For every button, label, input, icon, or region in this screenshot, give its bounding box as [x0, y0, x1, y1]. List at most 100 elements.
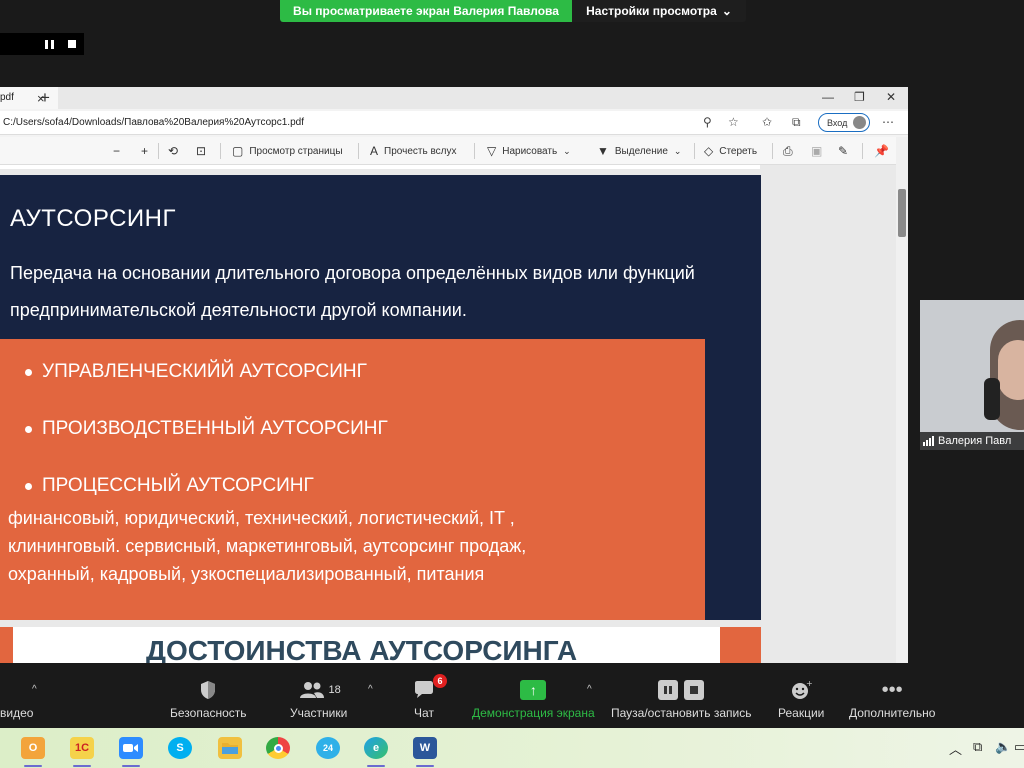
highlight-button[interactable]: ▼ Выделение ⌄: [597, 144, 681, 158]
print-icon[interactable]: ⎙: [783, 144, 793, 159]
zoom-out-icon[interactable]: ⚲: [703, 115, 712, 129]
outsourcing-types-list: финансовый, юридический, технический, ло…: [8, 504, 698, 588]
participants-options-caret-icon[interactable]: ^: [368, 684, 373, 695]
screen-share-banner: Вы просматриваете экран Валерия Павлова …: [280, 0, 746, 22]
bullet-text: ПРОИЗВОДСТВЕННЫЙ АУТСОРСИНГ: [42, 418, 388, 439]
read-aloud-label: Прочесть вслух: [384, 145, 457, 157]
share-options-caret-icon[interactable]: ^: [587, 684, 592, 695]
chat-icon: 6: [413, 674, 447, 704]
scrollbar-thumb[interactable]: [898, 189, 906, 237]
pdf-viewport[interactable]: АУТСОРСИНГ Передача на основании длитель…: [0, 165, 896, 663]
tray-app-icon[interactable]: ⧉: [973, 739, 982, 755]
erase-label: Стереть: [719, 145, 758, 157]
security-button[interactable]: Безопасность: [170, 676, 247, 720]
reactions-button[interactable]: + Реакции: [778, 676, 824, 720]
address-bar: C:/Users/sofa4/Downloads/Павлова%20Валер…: [0, 111, 908, 135]
chevron-up-icon[interactable]: ︿: [949, 739, 962, 758]
zoom-app-icon[interactable]: [119, 737, 143, 759]
rotate-icon[interactable]: ⟲: [168, 144, 178, 158]
file-explorer-icon[interactable]: [218, 737, 242, 759]
favorite-star-icon[interactable]: ☆: [728, 115, 739, 129]
tab-title: pdf: [0, 92, 14, 103]
chrome-app-icon[interactable]: [266, 737, 290, 759]
save-icon[interactable]: ▣: [811, 144, 822, 158]
avatar-icon: [853, 116, 867, 129]
recording-label: Пауза/остановить запись: [611, 706, 752, 720]
read-aloud-icon: A: [370, 144, 379, 158]
types-line: охранный, кадровый, узкоспециализированн…: [8, 564, 485, 584]
outlook-app-icon[interactable]: O: [21, 737, 45, 759]
word-app-icon[interactable]: W: [413, 737, 437, 759]
1c-app-icon[interactable]: 1С: [70, 737, 94, 759]
video-button[interactable]: видео: [0, 676, 33, 720]
volume-icon[interactable]: 🔈: [995, 739, 1011, 755]
vertical-scrollbar[interactable]: [896, 137, 908, 663]
zoom-plus-icon[interactable]: +: [141, 144, 148, 158]
page-view-button[interactable]: ▢ Просмотр страницы: [232, 144, 343, 158]
highlight-icon: ▼: [597, 144, 609, 158]
video-icon: [12, 676, 22, 704]
participants-count: 18: [328, 684, 341, 696]
zoom-minus-icon[interactable]: −: [113, 144, 120, 158]
recording-button[interactable]: Пауза/остановить запись: [611, 676, 751, 720]
shield-icon: [199, 676, 217, 704]
pause-icon[interactable]: [658, 680, 679, 700]
favorites-icon[interactable]: ✩: [762, 115, 772, 129]
stop-recording-icon[interactable]: [68, 40, 76, 48]
participants-label: Участники: [290, 706, 348, 720]
share-screen-button[interactable]: ↑ Демонстрация экрана: [472, 676, 595, 720]
recording-controls: [0, 33, 84, 55]
bullet-item: ПРОИЗВОДСТВЕННЫЙ АУТСОРСИНГ: [25, 418, 388, 440]
pdf-toolbar: − + ⟲ ⊡ ▢ Просмотр страницы A Прочесть в…: [0, 137, 908, 165]
collections-icon[interactable]: ⧉: [792, 115, 801, 130]
bullet-text: УПРАВЛЕНЧЕСКИЙЙ АУТСОРСИНГ: [42, 361, 367, 382]
slide-title: АУТСОРСИНГ: [10, 205, 176, 232]
chat-unread-badge: 6: [433, 674, 447, 688]
network-icon[interactable]: ▭: [1014, 739, 1024, 755]
more-dots-icon: •••: [881, 678, 903, 701]
pause-recording-icon[interactable]: [45, 39, 54, 49]
close-window-icon[interactable]: ✕: [886, 90, 896, 104]
view-options-button[interactable]: Настройки просмотра ⌄: [572, 0, 746, 22]
slide-title: ДОСТОИНСТВА АУТСОРСИНГА: [146, 635, 578, 663]
view-options-label: Настройки просмотра: [586, 4, 717, 18]
slide-advantages: ДОСТОИНСТВА АУТСОРСИНГА: [0, 627, 761, 663]
bullet-text: ПРОЦЕССНЫЙ АУТСОРСИНГ: [42, 475, 314, 496]
bitrix24-app-icon[interactable]: 24: [316, 737, 340, 759]
more-button[interactable]: ••• Дополнительно: [849, 676, 935, 721]
edge-app-icon[interactable]: e: [364, 737, 388, 759]
participants-button[interactable]: 18 Участники: [290, 676, 347, 720]
read-aloud-button[interactable]: A Прочесть вслух: [370, 144, 456, 158]
chat-label: Чат: [414, 706, 434, 720]
security-label: Безопасность: [170, 706, 247, 720]
chevron-down-icon[interactable]: ⌄: [674, 146, 682, 157]
participant-name: Валерия Павл: [938, 435, 1012, 447]
login-button[interactable]: Вход: [818, 113, 870, 132]
webcam-thumbnail[interactable]: Валерия Павл: [920, 300, 1024, 450]
restore-icon[interactable]: ❐: [854, 90, 865, 104]
windows-taskbar: O 1С S 24 e W ︿ ⧉ 🔈 ▭: [0, 728, 1024, 768]
fit-page-icon[interactable]: ⊡: [196, 144, 206, 158]
minimize-icon[interactable]: —: [822, 90, 834, 104]
draw-button[interactable]: ▽ Нарисовать ⌄: [487, 144, 571, 158]
zoom-meeting-toolbar: видео ^ Безопасность 18 Участники ^ 6 Ча…: [0, 668, 1024, 728]
stop-icon[interactable]: [684, 680, 705, 700]
save-as-icon[interactable]: ✎: [838, 144, 848, 158]
pin-icon[interactable]: 📌: [874, 144, 889, 158]
video-options-caret-icon[interactable]: ^: [32, 684, 37, 695]
chevron-down-icon[interactable]: ⌄: [563, 146, 571, 157]
skype-app-icon[interactable]: S: [168, 737, 192, 759]
types-line: финансовый, юридический, технический, ло…: [8, 508, 515, 528]
page-view-label: Просмотр страницы: [249, 145, 343, 157]
types-line: клининговый. сервисный, маркетинговый, а…: [8, 536, 527, 556]
slide-description: Передача на основании длительного догово…: [10, 263, 695, 320]
chat-button[interactable]: 6 Чат: [413, 674, 447, 720]
url-field[interactable]: C:/Users/sofa4/Downloads/Павлова%20Валер…: [3, 117, 304, 128]
more-menu-icon[interactable]: ⋯: [882, 115, 894, 129]
participants-icon: 18: [297, 676, 341, 704]
new-tab-icon[interactable]: +: [40, 88, 50, 108]
previous-page-edge: [0, 165, 760, 169]
reactions-label: Реакции: [778, 706, 825, 720]
erase-button[interactable]: ◇ Стереть: [704, 144, 757, 158]
sharing-status-label: Вы просматриваете экран Валерия Павлова: [280, 0, 572, 22]
